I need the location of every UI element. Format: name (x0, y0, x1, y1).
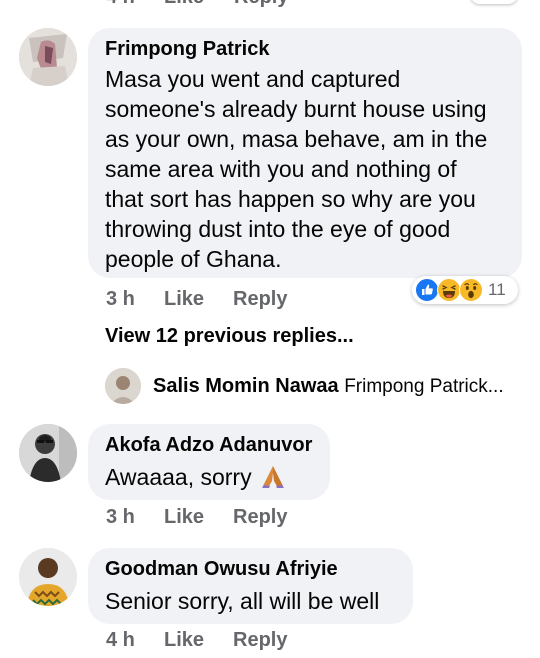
reply-button[interactable]: Reply (233, 629, 287, 652)
reply-preview-snippet: Frimpong Patrick... (344, 376, 504, 397)
avatar[interactable] (19, 28, 77, 86)
avatar-photo (19, 424, 77, 482)
reply-button[interactable]: Reply (234, 0, 288, 8)
avatar[interactable] (105, 368, 141, 404)
comment-text: Senior sorry, all will be well (105, 588, 380, 614)
comment-line: someone's already burnt house using (105, 96, 487, 122)
like-button[interactable]: Like (164, 506, 204, 529)
haha-icon (437, 278, 461, 302)
avatar-photo (105, 368, 141, 404)
avatar[interactable] (19, 548, 77, 606)
comment-actions: 3 h Like Reply (106, 506, 366, 530)
comment-line: Masa you went and captured (105, 66, 401, 92)
comment-line: that sort has happen so why are you (105, 186, 476, 212)
reply-preview[interactable]: Salis Momin Nawaa Frimpong Patrick... (153, 375, 523, 398)
avatar-photo (19, 28, 77, 86)
like-button[interactable]: Like (164, 0, 204, 8)
like-button[interactable]: Like (164, 629, 204, 652)
comment-text: Awaaaa, sorry (105, 462, 286, 492)
comment-line: as your own, masa behave, am in the (105, 126, 488, 152)
comment-time: 3 h (106, 506, 135, 528)
comment-author[interactable]: Goodman Owusu Afriyie (105, 558, 338, 581)
reply-preview-author[interactable]: Salis Momin Nawaa (153, 375, 339, 397)
like-icon (415, 278, 439, 302)
comment-actions: 3 h Like Reply (106, 288, 366, 312)
comment-time: 4 h (106, 0, 135, 8)
comment-line: Awaaaa, sorry (105, 464, 252, 490)
reactions-pill[interactable]: 11 (412, 276, 518, 304)
like-button[interactable]: Like (164, 288, 204, 311)
view-previous-replies-link[interactable]: View 12 previous replies... (105, 325, 354, 348)
comment-line: throwing dust into the eye of good (105, 216, 451, 242)
top-partial-meta: 4 h Like Reply (0, 0, 540, 8)
avatar[interactable] (19, 424, 77, 482)
folded-hands-icon (261, 466, 284, 488)
comment-bubble: Akofa Adzo Adanuvor Awaaaa, sorry (88, 424, 330, 500)
comment-time: 4 h (106, 629, 135, 651)
reactions-pill[interactable] (470, 0, 518, 4)
avatar-photo (19, 548, 77, 606)
comment-line: people of Ghana. (105, 246, 282, 272)
comment-actions: 4 h Like Reply (106, 629, 366, 653)
reply-button[interactable]: Reply (233, 506, 287, 529)
comment-text: Masa you went and captured someone's alr… (105, 64, 515, 274)
reply-button[interactable]: Reply (233, 288, 287, 311)
comment-line: same area with you and nothing of (105, 156, 457, 182)
comment-author[interactable]: Akofa Adzo Adanuvor (105, 434, 312, 457)
comment-bubble: Frimpong Patrick Masa you went and captu… (88, 28, 522, 278)
comment-author[interactable]: Frimpong Patrick (105, 38, 269, 61)
comment-time: 3 h (106, 288, 135, 310)
reaction-count: 11 (488, 280, 506, 299)
wow-icon (459, 278, 483, 302)
comment-bubble: Goodman Owusu Afriyie Senior sorry, all … (88, 548, 413, 624)
